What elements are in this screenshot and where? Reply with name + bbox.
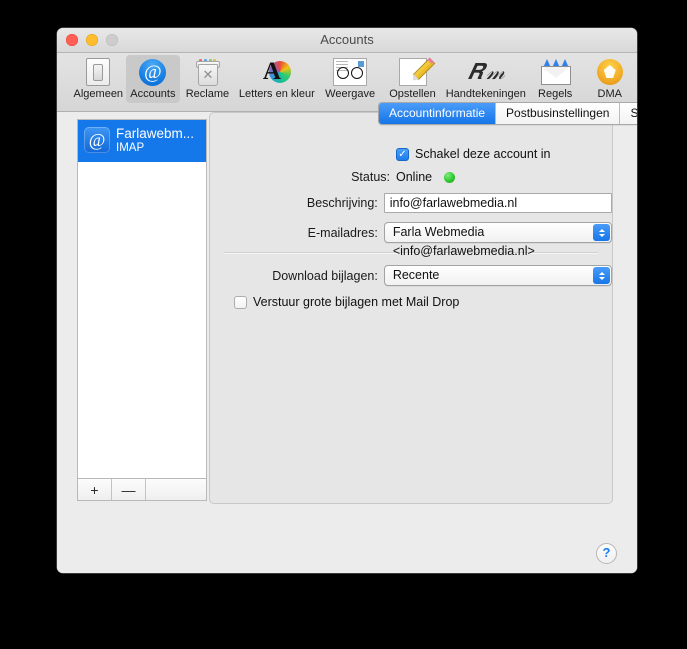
description-input[interactable] (383, 193, 612, 213)
accounts-preferences-window: Accounts Algemeen @ Accounts ✕ Reclame A… (57, 28, 637, 573)
account-entry-text: Farlawebm... IMAP (116, 126, 194, 155)
email-address-dropdown[interactable]: Farla Webmedia <info@farlawebmedia.nl> (383, 222, 612, 258)
account-info-form: ✓ Schakel deze account in Status: Online… (210, 147, 612, 318)
email-address-value: Farla Webmedia <info@farlawebmedia.nl> (392, 225, 535, 258)
toolbar-label: Letters en kleur (238, 88, 315, 100)
general-switch-icon (71, 57, 126, 87)
dma-badge-icon (582, 57, 637, 87)
toolbar-label: Opstellen (389, 88, 436, 100)
toolbar-item-regels[interactable]: Regels (528, 55, 583, 103)
toolbar-label: DMA (597, 88, 622, 100)
status-row: Status: Online (210, 170, 612, 184)
accounts-list-buttons: + — (77, 479, 207, 501)
toolbar-item-weergave[interactable]: Weergave (319, 55, 381, 103)
rules-envelope-icon (528, 57, 583, 87)
toolbar-label: Handtekeningen (445, 88, 526, 100)
status-label: Status: (351, 170, 390, 184)
at-sign-icon: @ (126, 57, 181, 87)
window-title: Accounts (320, 32, 374, 47)
toolbar-label: Accounts (130, 88, 176, 100)
at-sign-icon: @ (84, 127, 110, 154)
trash-junk-icon: ✕ (180, 57, 235, 87)
window-titlebar: Accounts (57, 28, 637, 53)
toolbar-label: Reclame (185, 88, 230, 100)
viewing-glasses-icon (319, 57, 381, 87)
toolbar-item-handtekeningen[interactable]: 𝑹 𝓂 Handtekeningen (444, 55, 528, 103)
add-account-button[interactable]: + (78, 479, 112, 500)
toolbar-item-algemeen[interactable]: Algemeen (71, 55, 126, 103)
account-name: Farlawebm... (116, 126, 195, 141)
toolbar-item-reclame[interactable]: ✕ Reclame (180, 55, 235, 103)
status-indicator-dot (444, 171, 456, 183)
list-buttons-spacer (146, 479, 206, 500)
mail-drop-row: Verstuur grote bijlagen met Mail Drop (210, 295, 612, 309)
enable-account-checkbox[interactable]: ✓ (396, 147, 409, 161)
account-settings-panel: Accountinformatie Postbusinstellingen Se… (209, 102, 637, 504)
enable-account-label: Schakel deze account in (415, 147, 551, 161)
accounts-list[interactable]: @ Farlawebm... IMAP (77, 119, 207, 479)
description-row: Beschrijving: (210, 193, 612, 213)
signature-icon: 𝑹 𝓂 (467, 59, 505, 84)
toolbar-item-accounts[interactable]: @ Accounts (125, 55, 181, 103)
tab-serverinstellingen[interactable]: Serverinstellingen (620, 103, 637, 124)
tab-accountinformatie[interactable]: Accountinformatie (379, 103, 497, 124)
toolbar-item-opstellen[interactable]: Opstellen (381, 55, 443, 103)
download-attachments-row: Download bijlagen: Recente (210, 265, 612, 286)
list-item[interactable]: @ Farlawebm... IMAP (78, 120, 206, 162)
toolbar-label: Algemeen (73, 88, 124, 100)
status-value: Online (396, 170, 433, 184)
toolbar-item-letters-en-kleur[interactable]: A Letters en kleur (235, 55, 319, 103)
fonts-colors-icon: A (235, 57, 319, 87)
download-attachments-label: Download bijlagen: (272, 268, 378, 283)
download-attachments-dropdown[interactable]: Recente (383, 265, 612, 286)
preferences-body: @ Farlawebm... IMAP + — Accountinformati… (57, 102, 637, 573)
chevron-updown-icon (593, 224, 610, 241)
help-button[interactable]: ? (596, 543, 617, 564)
remove-account-button[interactable]: — (112, 479, 146, 500)
toolbar-label: Weergave (325, 88, 376, 100)
mail-drop-checkbox[interactable] (234, 295, 247, 309)
chevron-updown-icon (593, 267, 610, 284)
toolbar-label: Regels (538, 88, 573, 100)
email-row: E-mailadres: Farla Webmedia <info@farlaw… (210, 222, 612, 258)
tab-postbusinstellingen[interactable]: Postbusinstellingen (496, 103, 621, 124)
toolbar-item-dma[interactable]: DMA (582, 55, 637, 103)
compose-pencil-icon (381, 57, 443, 87)
mail-drop-label: Verstuur grote bijlagen met Mail Drop (253, 295, 460, 309)
download-attachments-value: Recente (392, 268, 440, 282)
settings-tab-bar: Accountinformatie Postbusinstellingen Se… (378, 102, 637, 125)
email-label: E-mailadres: (307, 225, 378, 240)
screenshot-root: Accounts Algemeen @ Accounts ✕ Reclame A… (0, 0, 687, 649)
description-label: Beschrijving: (306, 196, 378, 210)
enable-account-row: ✓ Schakel deze account in (210, 147, 612, 161)
account-protocol: IMAP (116, 141, 145, 154)
